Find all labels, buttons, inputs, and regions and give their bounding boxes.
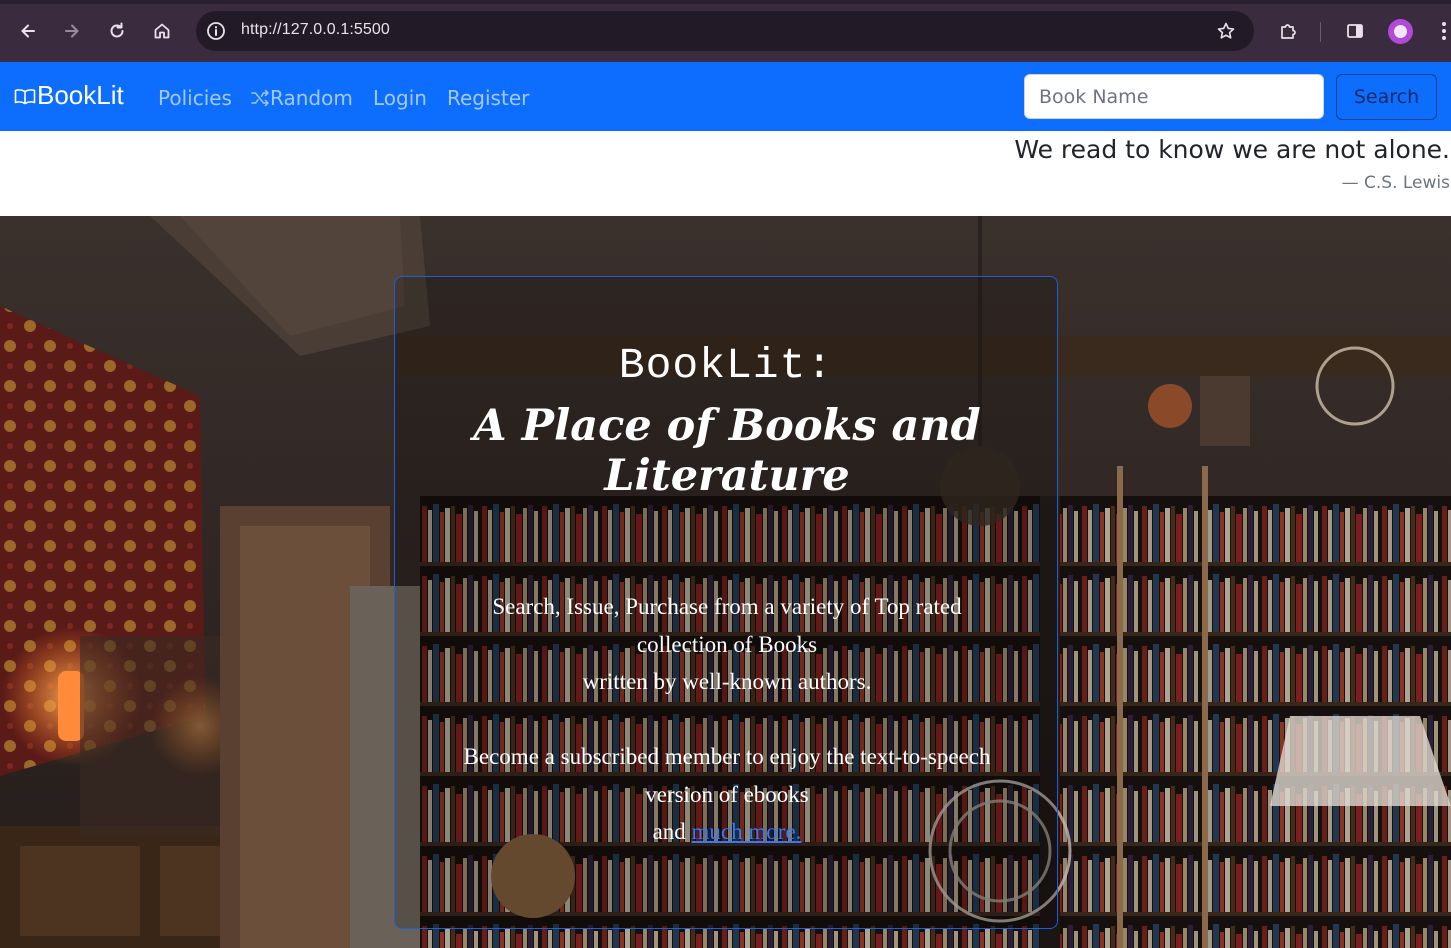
quote-text: We read to know we are not alone. [1014, 135, 1450, 164]
hero-line-2: written by well-known authors. [582, 669, 872, 694]
nav-link-random-label: Random [270, 86, 353, 110]
search-button[interactable]: Search [1336, 74, 1437, 120]
nav-link-login[interactable]: Login [373, 86, 427, 110]
browser-menu-icon[interactable] [1438, 18, 1450, 44]
reload-icon[interactable] [102, 16, 132, 46]
shuffle-icon [251, 89, 269, 107]
profile-avatar[interactable] [1388, 19, 1413, 44]
site-navbar: BookLit Policies Random Login Register S… [0, 62, 1451, 131]
bookmark-star-icon[interactable] [1216, 21, 1236, 41]
extensions-icon[interactable] [1273, 16, 1303, 46]
hero-line-3: Become a subscribed member to enjoy the … [463, 744, 991, 807]
url-text[interactable]: http://127.0.0.1:5500 [241, 21, 390, 39]
hero-description: Search, Issue, Purchase from a variety o… [455, 588, 999, 851]
forward-icon[interactable] [57, 16, 87, 46]
quote-author: — C.S. Lewis [1341, 173, 1450, 193]
quote-section: We read to know we are not alone. — C.S.… [0, 131, 1451, 216]
tab-strip [0, 0, 1451, 4]
hero-line-4-prefix: and [652, 819, 686, 844]
nav-link-register[interactable]: Register [447, 86, 529, 110]
brand-link[interactable]: BookLit [14, 80, 124, 111]
side-panel-icon[interactable] [1340, 16, 1370, 46]
back-icon[interactable] [13, 16, 43, 46]
book-icon [14, 88, 36, 104]
hero-line-4: and much more. [455, 813, 999, 851]
home-icon[interactable] [147, 16, 177, 46]
hero-subtitle: A Place of Books and Literature [473, 401, 981, 501]
hero-line-1: Search, Issue, Purchase from a variety o… [492, 594, 962, 657]
site-info-icon[interactable] [206, 21, 226, 41]
nav-link-random[interactable]: Random [250, 86, 353, 110]
hero-title: BookLit: [618, 341, 834, 390]
brand-name: BookLit [37, 80, 124, 110]
toolbar-separator [1320, 22, 1321, 42]
much-more-link[interactable]: much more. [692, 819, 802, 844]
book-search-input[interactable] [1024, 74, 1324, 119]
nav-link-policies[interactable]: Policies [158, 86, 232, 110]
hero-card: BookLit: A Place of Books and Literature… [394, 276, 1058, 929]
browser-toolbar: http://127.0.0.1:5500 [0, 0, 1451, 62]
address-bar[interactable]: http://127.0.0.1:5500 [196, 11, 1254, 51]
